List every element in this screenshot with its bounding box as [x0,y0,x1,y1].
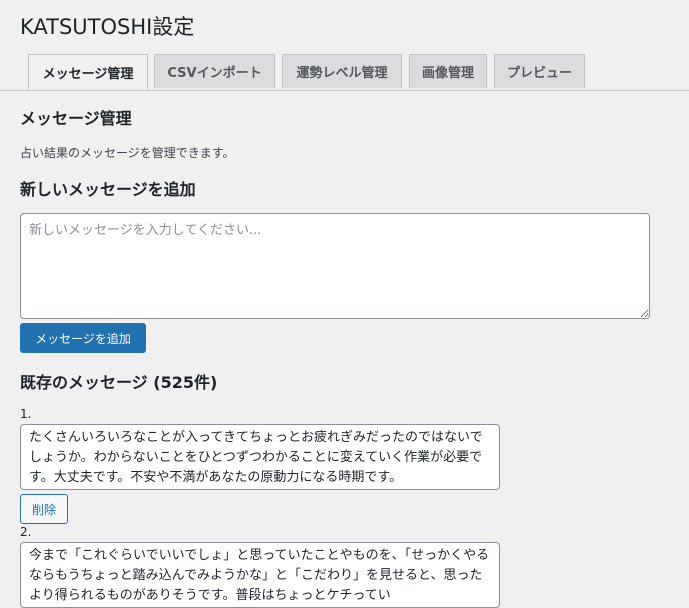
message-text[interactable]: たくさんいろいろなことが入ってきてちょっとお疲れぎみだったのではないでしょうか。… [20,424,500,490]
tab-image-management[interactable]: 画像管理 [409,54,487,88]
message-number: 2. [20,525,32,539]
new-message-heading: 新しいメッセージを追加 [20,180,196,199]
tab-message-management[interactable]: メッセージ管理 [28,54,148,90]
section-heading: メッセージ管理 [20,109,132,128]
tab-preview[interactable]: プレビュー [494,54,585,88]
tab-fortune-level[interactable]: 運勢レベル管理 [282,54,402,88]
message-number: 1. [20,407,32,421]
tab-csv-import[interactable]: CSVインポート [154,54,275,88]
delete-button[interactable]: 削除 [20,494,68,524]
new-message-textarea[interactable] [20,213,650,319]
section-description: 占い結果のメッセージを管理できます。 [20,146,235,160]
page-title: KATSUTOSHI設定 [20,15,195,39]
existing-messages-heading: 既存のメッセージ (525件) [20,373,218,392]
tab-bar: メッセージ管理 CSVインポート 運勢レベル管理 画像管理 プレビュー [0,54,689,91]
message-text[interactable]: 今まで「これぐらいでいいでしょ」と思っていたことやものを、「せっかくやるならもう… [20,542,500,608]
add-message-button[interactable]: メッセージを追加 [20,323,146,353]
